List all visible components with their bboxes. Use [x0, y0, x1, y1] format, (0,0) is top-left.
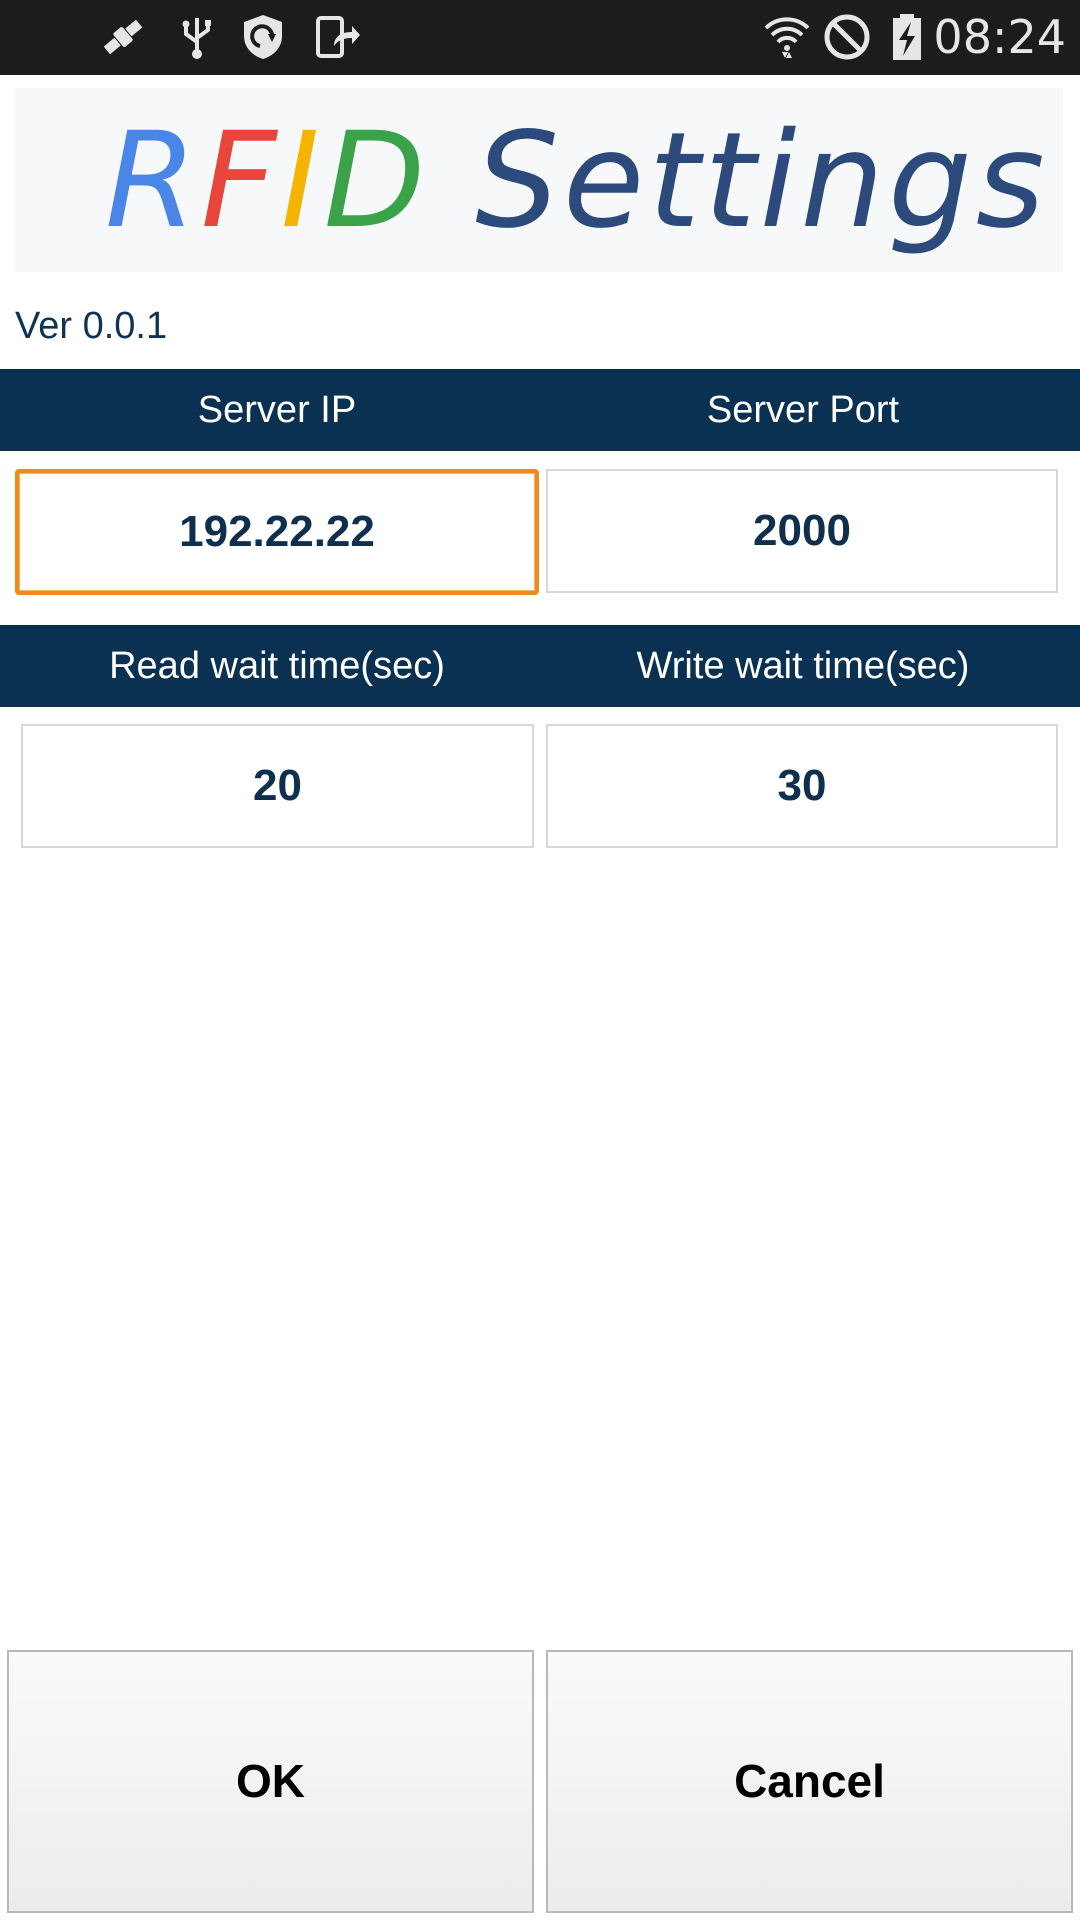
ok-button[interactable]: OK: [7, 1650, 534, 1913]
banner-letter-d: D: [323, 104, 430, 258]
server-port-header: Server Port: [706, 389, 900, 431]
rfid-settings-banner: RFID Settings: [15, 88, 1063, 272]
status-bar: 08:24: [0, 0, 1080, 75]
read-wait-time-header: Read wait time(sec): [109, 645, 445, 687]
status-time: 08:24: [933, 10, 1066, 64]
device-export-icon: [312, 12, 362, 62]
server-port-input[interactable]: 2000: [546, 469, 1058, 593]
server-ip-input[interactable]: 192.22.22: [15, 469, 539, 595]
write-wait-time-input[interactable]: 30: [546, 724, 1058, 848]
write-wait-time-header: Write wait time(sec): [636, 645, 970, 687]
banner-letter-f: F: [200, 104, 281, 258]
wifi-icon: [762, 12, 812, 62]
version-label: Ver 0.0.1: [15, 305, 168, 347]
read-wait-time-input[interactable]: 20: [21, 724, 534, 848]
usb-icon: [172, 12, 222, 62]
do-not-disturb-icon: [822, 12, 872, 62]
server-ip-header: Server IP: [197, 389, 357, 431]
banner-title: RFID Settings: [105, 106, 1049, 256]
battery-charging-icon: [882, 12, 932, 62]
banner-settings-word: Settings: [475, 104, 1049, 258]
shield-update-icon: [238, 12, 288, 62]
satellite-icon: [98, 12, 148, 62]
wait-time-header-row: Read wait time(sec) Write wait time(sec): [0, 625, 1080, 707]
cancel-button[interactable]: Cancel: [546, 1650, 1073, 1913]
server-header-row: Server IP Server Port: [0, 369, 1080, 451]
banner-letter-r: R: [105, 104, 201, 258]
banner-letter-i: I: [280, 104, 324, 258]
